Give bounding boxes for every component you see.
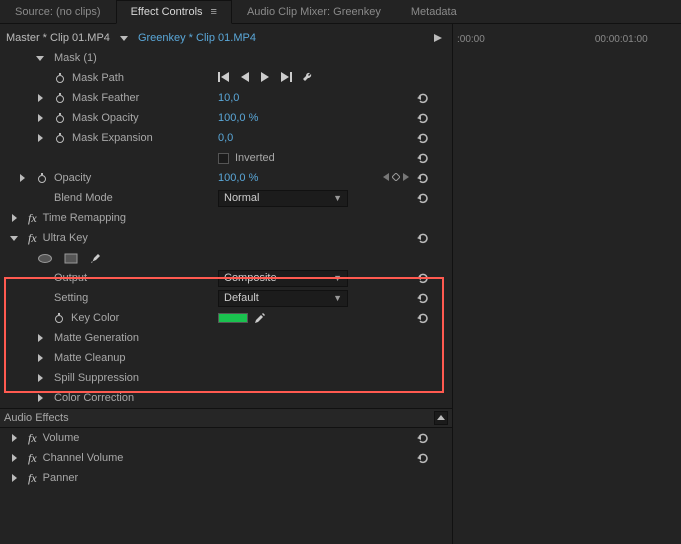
twirl-down-icon[interactable] [10,234,22,243]
twirl-right-icon[interactable] [36,374,48,383]
mask-feather-label[interactable]: Mask Feather [72,92,139,104]
matte-cleanup-label[interactable]: Matte Cleanup [54,352,126,364]
timeline-mini[interactable]: :00:00 00:00:01:00 [452,24,681,544]
twirl-right-icon[interactable] [36,94,48,103]
fx-badge-icon: fx [28,211,37,226]
stopwatch-icon[interactable] [54,93,66,104]
mask-opacity-label[interactable]: Mask Opacity [72,112,139,124]
reset-icon[interactable] [410,92,436,104]
inverted-label: Inverted [235,152,275,164]
twirl-right-icon[interactable] [10,474,22,483]
tab-source[interactable]: Source: (no clips) [0,0,116,23]
channel-volume-label[interactable]: Channel Volume [43,452,124,464]
key-color-swatch[interactable] [218,313,248,323]
chevron-down-icon: ▼ [333,293,342,303]
tab-effect-controls[interactable]: Effect Controls≡ [116,0,232,24]
transport-first-icon[interactable] [218,72,230,85]
prev-keyframe-icon[interactable] [382,172,390,184]
opacity-value[interactable]: 100,0 % [218,172,258,184]
twirl-right-icon[interactable] [10,434,22,443]
mask-opacity-value[interactable]: 100,0 % [218,112,258,124]
ultra-key-header[interactable]: Ultra Key [43,232,88,244]
twirl-right-icon[interactable] [10,454,22,463]
master-dropdown-icon[interactable] [120,34,132,43]
mask-path-label[interactable]: Mask Path [72,72,124,84]
blend-mode-label: Blend Mode [54,192,113,204]
setting-dropdown[interactable]: Default▼ [218,290,348,307]
scroll-up-icon[interactable] [434,411,448,425]
chevron-down-icon: ▼ [333,193,342,203]
transport-next-icon[interactable] [260,72,270,85]
reset-icon[interactable] [410,452,436,464]
reset-icon[interactable] [410,112,436,124]
mask-expansion-value[interactable]: 0,0 [218,132,233,144]
mask-header[interactable]: Mask (1) [54,52,97,64]
pen-mask-button[interactable] [88,251,106,265]
spill-suppression-label[interactable]: Spill Suppression [54,372,139,384]
stopwatch-icon[interactable] [54,133,66,144]
timecode-1: 00:00:01:00 [595,34,648,45]
sequence-clip-link[interactable]: Greenkey * Clip 01.MP4 [138,32,256,44]
twirl-right-icon[interactable] [36,134,48,143]
fx-badge-icon: fx [28,451,37,466]
panel-tabbar: Source: (no clips) Effect Controls≡ Audi… [0,0,681,24]
color-correction-label[interactable]: Color Correction [54,392,134,404]
reset-icon[interactable] [410,272,436,284]
stopwatch-icon[interactable] [36,173,48,184]
reset-icon[interactable] [410,172,436,184]
timecode-0: :00:00 [457,34,485,45]
twirl-right-icon[interactable] [36,114,48,123]
setting-label: Setting [54,292,88,304]
panner-label[interactable]: Panner [43,472,78,484]
reset-icon[interactable] [410,312,436,324]
tab-metadata[interactable]: Metadata [396,0,472,23]
audio-effects-header[interactable]: Audio Effects [4,412,69,424]
twirl-right-icon[interactable] [18,174,30,183]
effect-controls-panel: Master * Clip 01.MP4 Greenkey * Clip 01.… [0,24,452,544]
fx-badge-icon: fx [28,231,37,246]
rect-mask-button[interactable] [62,251,80,265]
twirl-down-icon[interactable] [36,54,48,63]
reset-icon[interactable] [410,152,436,164]
fx-badge-icon: fx [28,471,37,486]
matte-generation-label[interactable]: Matte Generation [54,332,139,344]
transport-last-icon[interactable] [280,72,292,85]
tab-menu-icon[interactable]: ≡ [211,6,217,18]
add-keyframe-icon[interactable] [392,172,400,184]
transport-prev-icon[interactable] [240,72,250,85]
twirl-right-icon[interactable] [10,214,22,223]
inverted-checkbox[interactable] [218,153,229,164]
fx-badge-icon: fx [28,431,37,446]
blend-mode-dropdown[interactable]: Normal▼ [218,190,348,207]
reset-icon[interactable] [410,432,436,444]
master-clip-label: Master * Clip 01.MP4 [6,32,110,44]
mask-expansion-label[interactable]: Mask Expansion [72,132,153,144]
reset-icon[interactable] [410,132,436,144]
mask-feather-value[interactable]: 10,0 [218,92,239,104]
twirl-right-icon[interactable] [36,394,48,403]
opacity-label[interactable]: Opacity [54,172,91,184]
output-dropdown[interactable]: Composite▼ [218,270,348,287]
tab-audio-mixer[interactable]: Audio Clip Mixer: Greenkey [232,0,396,23]
eyedropper-icon[interactable] [254,312,266,324]
reset-icon[interactable] [410,232,436,244]
next-keyframe-icon[interactable] [402,172,410,184]
twirl-right-icon[interactable] [36,334,48,343]
twirl-right-icon[interactable] [36,354,48,363]
wrench-icon[interactable] [302,71,314,86]
reset-icon[interactable] [410,292,436,304]
chevron-down-icon: ▼ [333,273,342,283]
ellipse-mask-button[interactable] [36,251,54,265]
key-color-label[interactable]: Key Color [71,312,119,324]
stopwatch-icon[interactable] [53,313,65,324]
output-label: Output [54,272,87,284]
stopwatch-icon[interactable] [54,113,66,124]
time-remapping-label[interactable]: Time Remapping [43,212,126,224]
reset-icon[interactable] [410,192,436,204]
playhead-go-icon[interactable] [434,34,446,43]
stopwatch-icon[interactable] [54,73,66,84]
volume-label[interactable]: Volume [43,432,80,444]
